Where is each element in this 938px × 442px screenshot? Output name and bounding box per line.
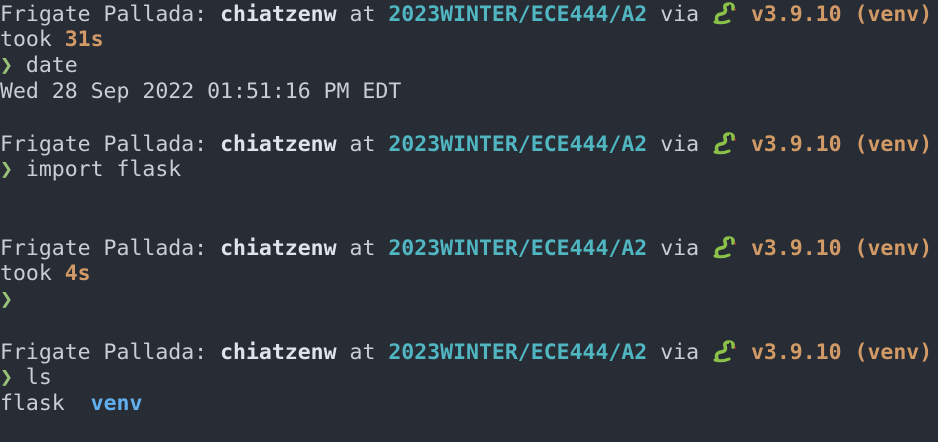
took-label: took [0,261,52,286]
at-label: at [349,340,376,365]
host-label: Frigate Pallada: [0,132,208,157]
venv-indicator: (venv) [854,132,933,157]
python-version: v3.9.10 [750,236,842,261]
host-label: Frigate Pallada: [0,340,208,365]
output-line: flask venv [0,391,938,417]
command-line: ❯ ls [0,365,938,391]
venv-indicator: (venv) [854,236,933,261]
prompt-line: Frigate Pallada: chiatzenw at 2023WINTER… [0,235,938,261]
prompt-chevron-icon: ❯ [0,365,13,390]
prompt-chevron-icon: ❯ [0,287,13,312]
via-label: via [660,132,700,157]
prompt-line: Frigate Pallada: chiatzenw at 2023WINTER… [0,131,938,157]
snake-icon [713,2,737,25]
username: chiatzenw [220,340,337,365]
terminal[interactable]: Frigate Pallada: chiatzenw at 2023WINTER… [0,1,938,417]
current-directory: 2023WINTER/ECE444/A2 [388,2,648,27]
command-duration: 4s [64,261,91,286]
duration-line: took 31s [0,27,938,53]
python-version: v3.9.10 [750,132,842,157]
command-text: date [25,53,78,78]
snake-icon [713,132,737,155]
command-text: import flask [25,157,182,182]
command-text: ls [25,365,52,390]
command-line: ❯ import flask [0,157,938,183]
via-label: via [660,2,700,27]
prompt-line: Frigate Pallada: chiatzenw at 2023WINTER… [0,339,938,365]
python-version: v3.9.10 [750,2,842,27]
prompt-chevron-icon: ❯ [0,53,13,78]
host-label: Frigate Pallada: [0,2,208,27]
at-label: at [349,2,376,27]
at-label: at [349,132,376,157]
current-directory: 2023WINTER/ECE444/A2 [388,132,648,157]
took-label: took [0,27,52,52]
command-line: ❯ date [0,53,938,79]
prompt-line: Frigate Pallada: chiatzenw at 2023WINTER… [0,1,938,27]
snake-icon [713,236,737,259]
prompt-chevron-icon: ❯ [0,157,13,182]
listing-file: flask [0,391,65,416]
current-directory: 2023WINTER/ECE444/A2 [388,236,648,261]
venv-indicator: (venv) [854,2,933,27]
output-line: Wed 28 Sep 2022 01:51:16 PM EDT [0,79,402,104]
listing-directory: venv [90,391,143,416]
venv-indicator: (venv) [854,340,933,365]
at-label: at [349,236,376,261]
command-line: ❯ [0,287,938,313]
via-label: via [660,236,700,261]
command-duration: 31s [64,27,104,52]
python-version: v3.9.10 [750,340,842,365]
current-directory: 2023WINTER/ECE444/A2 [388,340,648,365]
username: chiatzenw [220,132,337,157]
username: chiatzenw [220,2,337,27]
snake-icon [713,340,737,363]
host-label: Frigate Pallada: [0,236,208,261]
via-label: via [660,340,700,365]
duration-line: took 4s [0,261,938,287]
username: chiatzenw [220,236,337,261]
